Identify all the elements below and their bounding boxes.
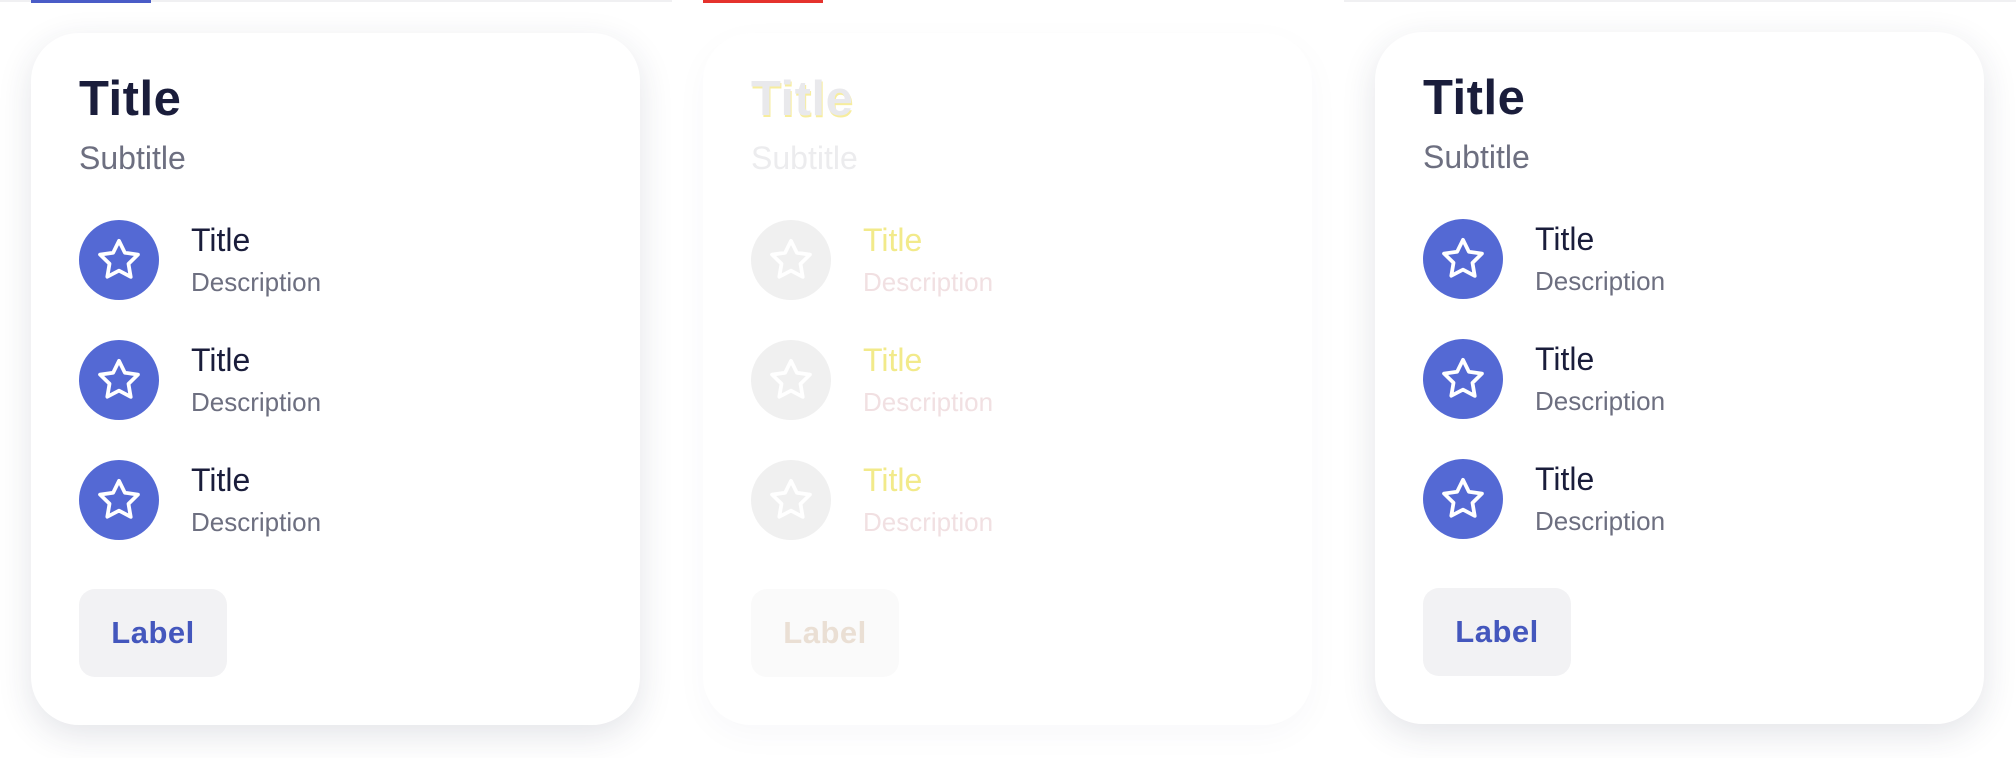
avatar — [1423, 339, 1503, 419]
item-title: Title — [191, 342, 251, 378]
list-card: Title Subtitle Title Description Title D… — [703, 33, 1312, 725]
avatar — [1423, 459, 1503, 539]
item-title: Title — [1535, 341, 1595, 377]
list-item[interactable]: Title Description — [79, 340, 559, 422]
star-icon — [1442, 237, 1484, 278]
avatar — [751, 220, 831, 300]
card-title: Title — [79, 72, 182, 126]
avatar — [751, 460, 831, 540]
item-description: Description — [191, 387, 322, 417]
star-icon — [98, 238, 140, 279]
list-card: Title Subtitle Title Description Title D… — [1375, 32, 1984, 724]
card-subtitle: Subtitle — [751, 140, 858, 176]
item-title: Title — [1535, 221, 1595, 257]
tab-indicator — [703, 0, 823, 3]
card-subtitle: Subtitle — [79, 140, 186, 176]
label-button[interactable]: Label — [751, 589, 899, 677]
avatar — [1423, 219, 1503, 299]
item-title: Title — [863, 342, 923, 378]
avatar — [79, 460, 159, 540]
preview-panel-2: Title Subtitle Title Description Title D… — [672, 0, 1344, 758]
star-icon — [1442, 357, 1484, 398]
star-icon — [98, 358, 140, 399]
item-description: Description — [191, 267, 322, 297]
list-card: Title Subtitle Title Description Title D… — [31, 33, 640, 725]
star-icon — [98, 478, 140, 519]
item-title: Title — [1535, 461, 1595, 497]
star-icon — [1442, 477, 1484, 518]
item-title: Title — [191, 462, 251, 498]
item-description: Description — [863, 507, 994, 537]
card-title: Title — [751, 72, 854, 126]
item-description: Description — [1535, 266, 1666, 296]
card-subtitle: Subtitle — [1423, 139, 1530, 175]
item-description: Description — [863, 387, 994, 417]
label-button[interactable]: Label — [79, 589, 227, 677]
avatar — [79, 340, 159, 420]
star-icon — [770, 238, 812, 279]
avatar — [79, 220, 159, 300]
list-item[interactable]: Title Description — [751, 220, 1231, 302]
preview-panel-3: Title Subtitle Title Description Title D… — [1344, 0, 2016, 758]
item-description: Description — [863, 267, 994, 297]
label-button[interactable]: Label — [1423, 588, 1571, 676]
avatar — [751, 340, 831, 420]
preview-panel-1: Title Subtitle Title Description Title D… — [0, 0, 672, 758]
tab-indicator — [31, 0, 151, 3]
item-description: Description — [1535, 506, 1666, 536]
item-description: Description — [1535, 386, 1666, 416]
list-item[interactable]: Title Description — [751, 460, 1231, 542]
list-item[interactable]: Title Description — [751, 340, 1231, 422]
star-icon — [770, 478, 812, 519]
item-title: Title — [863, 222, 923, 258]
list-item[interactable]: Title Description — [79, 220, 559, 302]
item-title: Title — [863, 462, 923, 498]
list-item[interactable]: Title Description — [79, 460, 559, 542]
card-title: Title — [1423, 71, 1526, 125]
list-item[interactable]: Title Description — [1423, 459, 1903, 541]
star-icon — [770, 358, 812, 399]
list-item[interactable]: Title Description — [1423, 339, 1903, 421]
item-description: Description — [191, 507, 322, 537]
item-title: Title — [191, 222, 251, 258]
list-item[interactable]: Title Description — [1423, 219, 1903, 301]
